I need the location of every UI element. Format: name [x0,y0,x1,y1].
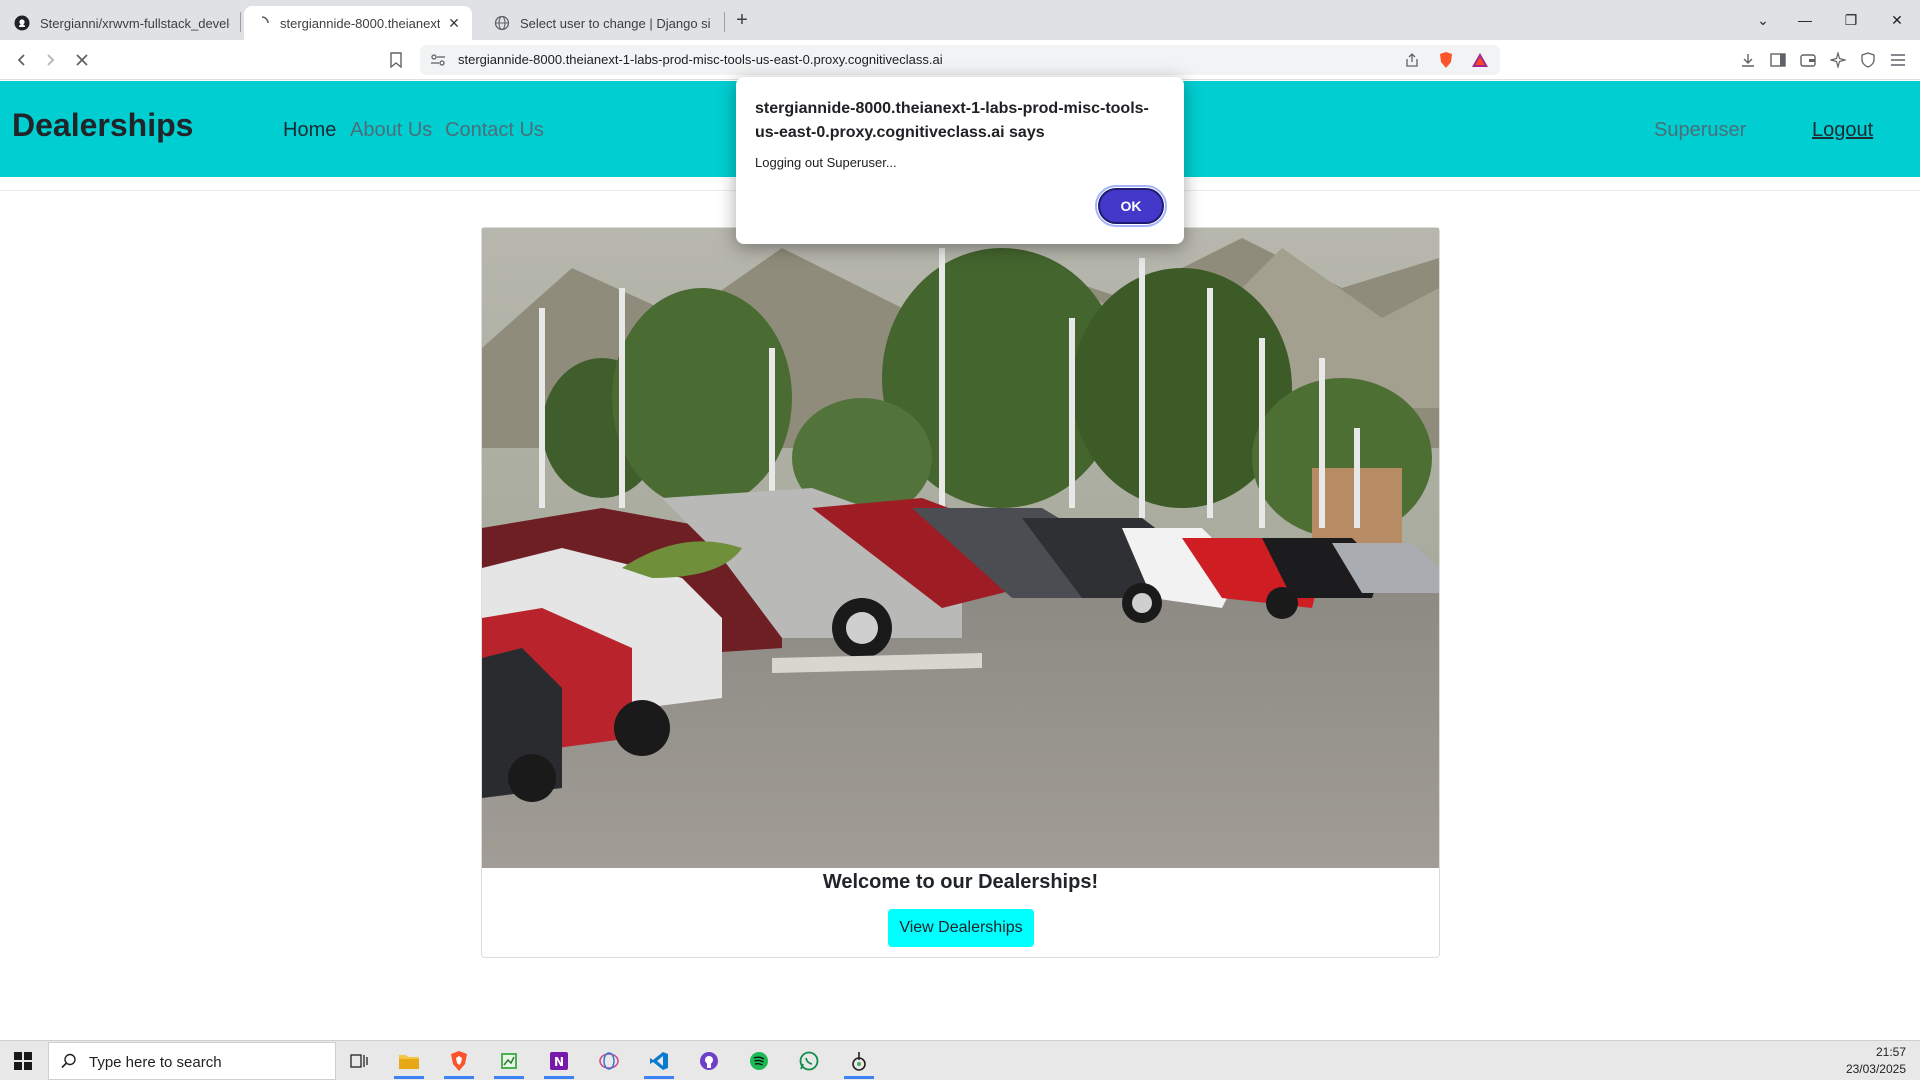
brand-title[interactable]: Dealerships [12,107,193,144]
windows-taskbar: Type here to search N 21:57 23/03/2025 [0,1040,1920,1080]
sidebar-icon[interactable] [1766,48,1790,72]
globe-icon [494,15,510,31]
welcome-heading: Welcome to our Dealerships! [822,871,1099,893]
ok-button[interactable]: OK [1095,185,1167,227]
tab-github[interactable]: Stergianni/xrwvm-fullstack_develop [4,6,240,40]
site-settings-icon[interactable] [426,48,450,72]
brave-rewards-icon[interactable] [1468,48,1492,72]
tab-separator [240,12,241,32]
address-bar[interactable]: stergiannide-8000.theianext-1-labs-prod-… [420,45,1500,75]
nav-link-contact[interactable]: Contact Us [445,119,544,142]
clock-time: 21:57 [1875,1045,1906,1059]
downloads-icon[interactable] [1736,48,1760,72]
system-clock[interactable]: 21:57 23/03/2025 [1846,1044,1906,1078]
back-arrow-icon[interactable] [10,48,34,72]
restore-button[interactable]: ❐ [1828,0,1874,40]
browser-tab-strip: Stergianni/xrwvm-fullstack_develop sterg… [0,0,1920,40]
brave-shields-icon[interactable] [1434,48,1458,72]
view-dealerships-button[interactable]: View Dealerships [888,909,1034,947]
windows-start-icon[interactable] [0,1041,46,1080]
search-placeholder: Type here to search [89,1054,222,1071]
nav-link-about[interactable]: About Us [350,119,432,142]
spotify-icon[interactable] [736,1043,782,1079]
wallet-icon[interactable] [1796,48,1820,72]
search-icon [61,1053,77,1074]
notepad-chart-icon[interactable] [486,1043,532,1079]
git-tool-icon[interactable] [836,1043,882,1079]
taskbar-search-box[interactable]: Type here to search [48,1042,336,1080]
dialog-message: Logging out Superuser... [755,155,897,170]
tab-django-admin[interactable]: Select user to change | Django site a [484,6,720,40]
dialog-title: stergiannide-8000.theianext-1-labs-prod-… [755,100,1149,141]
minimize-button[interactable]: — [1782,0,1828,40]
tab-title: Select user to change | Django site a [520,15,710,31]
file-explorer-icon[interactable] [386,1043,432,1079]
bookmark-icon[interactable] [384,48,408,72]
clock-date: 23/03/2025 [1845,1062,1906,1076]
vpn-shield-icon[interactable] [1856,48,1880,72]
vscode-icon[interactable] [636,1043,682,1079]
tab-title: stergiannide-8000.theianext-1- [280,15,440,31]
browser-toolbar: stergiannide-8000.theianext-1-labs-prod-… [0,40,1920,80]
username-label: Superuser [1654,119,1747,141]
brave-browser-icon[interactable] [436,1043,482,1079]
tab-title: Stergianni/xrwvm-fullstack_develop [40,15,230,31]
whatsapp-icon[interactable] [786,1043,832,1079]
share-icon[interactable] [1400,48,1424,72]
url-text: stergiannide-8000.theianext-1-labs-prod-… [458,52,943,67]
github-icon [14,15,30,31]
svg-text:N: N [554,1055,564,1069]
car-lot-image [482,228,1439,868]
welcome-card: Welcome to our Dealerships! View Dealers… [481,227,1440,958]
leo-ai-icon[interactable] [1826,48,1850,72]
tab-list-chevron-icon[interactable]: ⌄ [1740,0,1786,40]
new-tab-button[interactable]: + [728,8,756,32]
tab-separator [724,12,725,32]
snipping-tool-icon[interactable] [586,1043,632,1079]
tab-active-dealerships[interactable]: stergiannide-8000.theianext-1- ✕ [244,6,472,40]
stop-loading-icon[interactable] [70,48,94,72]
alert-dialog: stergiannide-8000.theianext-1-labs-prod-… [736,77,1184,244]
nav-link-home[interactable]: Home [283,119,336,142]
onenote-icon[interactable]: N [536,1043,582,1079]
menu-icon[interactable] [1886,48,1910,72]
loading-spinner-icon [254,15,270,31]
task-view-icon[interactable] [336,1043,382,1079]
close-window-button[interactable]: ✕ [1874,0,1920,40]
logout-link[interactable]: Logout [1812,119,1873,142]
forward-arrow-icon[interactable] [38,48,62,72]
github-desktop-icon[interactable] [686,1043,732,1079]
close-tab-icon[interactable]: ✕ [446,15,462,32]
